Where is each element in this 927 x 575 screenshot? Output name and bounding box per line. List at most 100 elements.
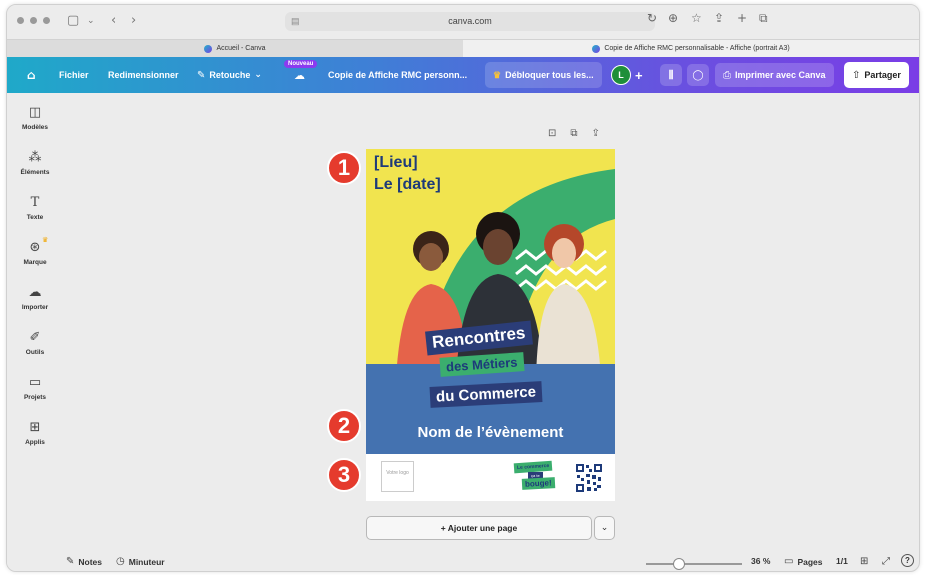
unlock-all-button[interactable]: ♛ Débloquer tous les... bbox=[485, 62, 602, 88]
grid-view-icon[interactable]: ⊞ bbox=[860, 556, 868, 567]
fichier-menu[interactable]: Fichier bbox=[59, 57, 89, 93]
poster-canvas[interactable]: [Lieu] Le [date] Rencontres des Métiers … bbox=[366, 149, 615, 501]
tab-accueil[interactable]: Accueil - Canva bbox=[7, 40, 463, 57]
layout-icon: ◫ bbox=[28, 105, 42, 120]
url-text: canva.com bbox=[448, 16, 492, 26]
notes-label: Notes bbox=[78, 556, 103, 567]
timer-button[interactable]: ◷ Minuteur bbox=[116, 556, 165, 567]
tab-label: Copie de Affiche RMC personnalisable - A… bbox=[604, 45, 790, 52]
sidebar-item-applis[interactable]: ⊞ Applis bbox=[7, 420, 63, 446]
help-button[interactable]: ? bbox=[901, 554, 914, 567]
annotation-marker-1: 1 bbox=[327, 151, 361, 185]
sidebar-item-texte[interactable]: T Texte bbox=[7, 195, 63, 221]
poster-logo-placeholder[interactable]: Votre logo bbox=[381, 461, 414, 492]
tab-affiche[interactable]: Copie de Affiche RMC personnalisable - A… bbox=[463, 40, 919, 57]
home-icon[interactable]: ⌂ bbox=[27, 57, 36, 93]
sidebar-item-outils[interactable]: ✐ Outils bbox=[7, 330, 63, 356]
sidebar-toggle-icon[interactable]: ▢ bbox=[67, 12, 79, 30]
zoom-value: 36 % bbox=[751, 556, 771, 566]
pages-button[interactable]: ▭ Pages bbox=[784, 556, 823, 567]
annotation-marker-3: 3 bbox=[327, 458, 361, 492]
sidebar-item-label: Applis bbox=[25, 439, 45, 446]
sidebar-item-modeles[interactable]: ◫ Modèles bbox=[7, 105, 63, 131]
new-tab-icon[interactable]: + bbox=[737, 11, 747, 25]
comment-icon[interactable]: ◯ bbox=[687, 64, 709, 86]
add-collaborator-button[interactable]: + bbox=[635, 57, 643, 93]
poster-event-name[interactable]: Nom de l’évènement bbox=[366, 424, 615, 441]
fichier-label: Fichier bbox=[59, 70, 89, 80]
poster-campaign-badge[interactable]: Le commerce ça te bouge! bbox=[513, 460, 572, 496]
canva-toolbar: ⌂ Fichier Redimensionner ✎ Retouche ⌄ No… bbox=[7, 57, 919, 93]
lock-icon[interactable]: ⊡ bbox=[548, 128, 556, 139]
badge-line3: bouge! bbox=[521, 477, 555, 490]
retouche-button[interactable]: ✎ Retouche ⌄ bbox=[197, 57, 262, 93]
chevron-down-icon: ⌄ bbox=[254, 70, 262, 80]
add-page-button[interactable]: + Ajouter une page bbox=[366, 516, 592, 540]
folder-icon: ▭ bbox=[28, 375, 42, 390]
sidebar-item-elements[interactable]: ⁂ Éléments bbox=[7, 150, 63, 176]
cloud-sync-icon[interactable]: ☁ bbox=[294, 57, 305, 93]
share-icon[interactable]: ⇪ bbox=[714, 11, 724, 25]
sidebar-item-label: Outils bbox=[25, 349, 45, 356]
avatar[interactable]: L bbox=[611, 65, 631, 85]
timer-label: Minuteur bbox=[128, 556, 165, 567]
add-page-icon[interactable]: ⇪ bbox=[592, 128, 600, 139]
poster-lieu-text[interactable]: [Lieu] bbox=[374, 154, 418, 172]
print-button[interactable]: ⎙ Imprimer avec Canva bbox=[715, 63, 834, 87]
address-bar[interactable]: ▤ canva.com bbox=[285, 12, 655, 31]
page-count: 1/1 bbox=[836, 556, 848, 566]
pencil-icon: ✎ bbox=[197, 69, 206, 81]
poster-date-text[interactable]: Le [date] bbox=[374, 176, 441, 194]
zoom-level[interactable]: 36 % bbox=[751, 556, 770, 566]
qr-code-icon[interactable] bbox=[575, 463, 603, 493]
fullscreen-icon[interactable]: ⤢ bbox=[882, 556, 890, 567]
star-icon[interactable]: ☆ bbox=[691, 11, 702, 25]
sidebar-item-importer[interactable]: ☁ Importer bbox=[7, 285, 63, 311]
tabs-overview-icon[interactable]: ⧉ bbox=[759, 11, 768, 26]
chevron-down-icon[interactable]: ⌄ bbox=[594, 516, 615, 540]
zoom-slider-track[interactable] bbox=[646, 563, 742, 565]
share-button[interactable]: ⇧ Partager bbox=[844, 62, 909, 88]
sidebar-item-marque[interactable]: ♛ ⊛ Marque bbox=[7, 237, 63, 266]
page-tools: ⊡ ⧉ ⇪ bbox=[548, 128, 600, 139]
zoom-slider-thumb[interactable] bbox=[673, 558, 685, 570]
left-sidebar: ◫ Modèles ⁂ Éléments T Texte ♛ ⊛ Marque … bbox=[7, 93, 63, 571]
reload-icon[interactable]: ↻ bbox=[647, 11, 657, 25]
analytics-icon[interactable]: ⫼ bbox=[660, 64, 682, 86]
page-icon: ▤ bbox=[291, 16, 300, 26]
canva-favicon-icon bbox=[204, 44, 213, 53]
crown-icon: ♛ bbox=[493, 69, 502, 80]
sidebar-item-label: Texte bbox=[26, 214, 44, 221]
sidebar-item-label: Marque bbox=[23, 259, 47, 266]
duplicate-icon[interactable]: ⧉ bbox=[570, 128, 577, 139]
annotation-marker-2: 2 bbox=[327, 409, 361, 443]
sidebar-item-label: Importer bbox=[21, 304, 49, 311]
redimensionner-label: Redimensionner bbox=[108, 70, 179, 80]
sidebar-item-projets[interactable]: ▭ Projets bbox=[7, 375, 63, 401]
text-icon: T bbox=[30, 195, 40, 210]
upload-cloud-icon: ☁ bbox=[28, 285, 42, 300]
pages-label: Pages bbox=[797, 556, 823, 567]
brand-icon: ⊛ bbox=[29, 240, 41, 255]
tab-label: Accueil - Canva bbox=[216, 45, 266, 52]
crown-icon: ♛ bbox=[42, 237, 49, 244]
traffic-lights[interactable] bbox=[17, 17, 50, 24]
shapes-icon: ⁂ bbox=[28, 150, 42, 165]
pages-icon: ▭ bbox=[784, 556, 794, 567]
document-title[interactable]: Copie de Affiche RMC personn... bbox=[328, 57, 467, 93]
redimensionner-button[interactable]: Redimensionner bbox=[108, 57, 179, 93]
notes-button[interactable]: ✎ Notes bbox=[66, 556, 102, 567]
avatar-initial: L bbox=[618, 70, 624, 80]
help-icon: ? bbox=[905, 556, 910, 565]
browser-titlebar: ▢ ⌄ ‹ › ▤ canva.com ↻ ⊕ ☆ ⇪ + ⧉ bbox=[7, 5, 919, 39]
retouche-label: Retouche bbox=[209, 70, 251, 80]
sidebar-item-label: Modèles bbox=[21, 124, 48, 131]
back-icon[interactable]: ‹ bbox=[111, 12, 116, 30]
download-icon[interactable]: ⊕ bbox=[668, 11, 678, 25]
chevron-down-icon[interactable]: ⌄ bbox=[87, 12, 95, 30]
sidebar-item-label: Projets bbox=[23, 394, 47, 401]
share-label: Partager bbox=[864, 70, 901, 80]
printer-icon: ⎙ bbox=[723, 69, 731, 81]
tab-bar: Accueil - Canva Copie de Affiche RMC per… bbox=[7, 39, 919, 57]
forward-icon[interactable]: › bbox=[131, 12, 136, 30]
